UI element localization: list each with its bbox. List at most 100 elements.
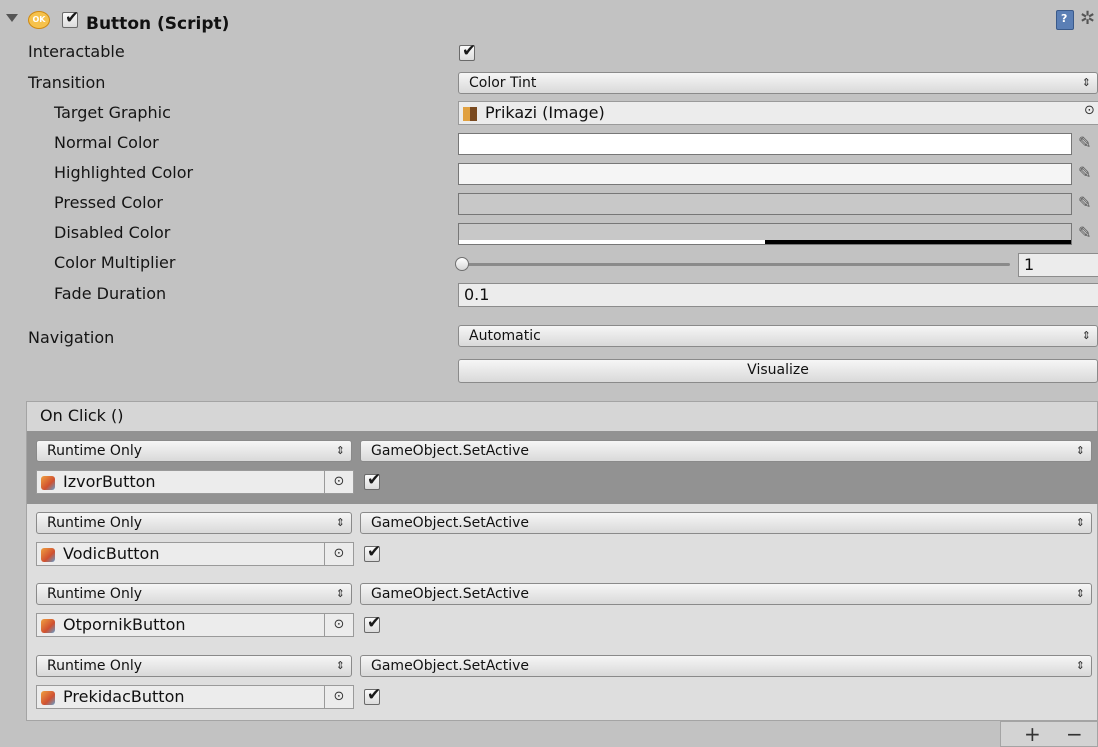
object-picker-icon[interactable]: ⊙ (324, 543, 353, 565)
dropdown-arrow-icon: ⇕ (335, 659, 345, 672)
on-click-title: On Click () (40, 406, 124, 425)
dropdown-arrow-icon: ⇕ (335, 444, 345, 457)
eyedropper-icon[interactable]: ✎ (1078, 133, 1094, 153)
function-dropdown[interactable]: GameObject.SetActive ⇕ (360, 583, 1092, 605)
runtime-mode-dropdown[interactable]: Runtime Only ⇕ (36, 440, 352, 462)
normal-color-label: Normal Color (54, 133, 159, 152)
object-picker-icon[interactable]: ⊙ (324, 471, 353, 493)
dropdown-arrow-icon: ⇕ (1081, 329, 1091, 342)
target-object-field[interactable]: PrekidacButton ⊙ (36, 685, 354, 709)
dropdown-arrow-icon: ⇕ (1075, 516, 1085, 529)
target-object-field[interactable]: VodicButton ⊙ (36, 542, 354, 566)
alpha-bar-black (765, 240, 1071, 244)
disabled-color-label: Disabled Color (54, 223, 171, 242)
runtime-mode-dropdown[interactable]: Runtime Only ⇕ (36, 583, 352, 605)
color-multiplier-slider-track[interactable] (462, 263, 1010, 266)
dropdown-arrow-icon: ⇕ (1081, 76, 1091, 89)
object-picker-icon[interactable]: ⊙ (1084, 103, 1095, 118)
checkmark-icon: ✔ (367, 470, 382, 490)
image-thumbnail-icon (463, 107, 477, 121)
target-graphic-value: Prikazi (Image) (485, 103, 605, 122)
gameobject-cube-icon (41, 548, 55, 562)
runtime-mode-value: Runtime Only (47, 443, 142, 459)
transition-dropdown[interactable]: Color Tint ⇕ (458, 72, 1098, 94)
fade-duration-label: Fade Duration (54, 284, 167, 303)
argument-checkbox[interactable]: ✔ (364, 613, 381, 633)
visualize-button[interactable]: Visualize (458, 359, 1098, 383)
target-graphic-field[interactable]: Prikazi (Image) (458, 101, 1098, 125)
fade-duration-value: 0.1 (464, 285, 490, 304)
checkmark-icon: ✔ (367, 685, 382, 705)
function-dropdown[interactable]: GameObject.SetActive ⇕ (360, 440, 1092, 462)
remove-event-button[interactable]: − (1066, 722, 1083, 746)
target-object-value: OtpornikButton (63, 615, 186, 634)
dropdown-arrow-icon: ⇕ (1075, 659, 1085, 672)
pressed-color-field[interactable] (458, 193, 1072, 215)
function-dropdown[interactable]: GameObject.SetActive ⇕ (360, 512, 1092, 534)
function-value: GameObject.SetActive (371, 586, 530, 602)
help-book-icon[interactable]: ? (1056, 10, 1074, 30)
highlighted-color-label: Highlighted Color (54, 163, 194, 182)
component-enabled-checkbox[interactable]: ✔ (62, 8, 79, 28)
dropdown-arrow-icon: ⇕ (1075, 444, 1085, 457)
runtime-mode-value: Runtime Only (47, 515, 142, 531)
runtime-mode-dropdown[interactable]: Runtime Only ⇕ (36, 512, 352, 534)
checkmark-icon: ✔ (367, 613, 382, 633)
dropdown-arrow-icon: ⇕ (335, 516, 345, 529)
function-value: GameObject.SetActive (371, 443, 530, 459)
normal-color-field[interactable] (458, 133, 1072, 155)
runtime-mode-dropdown[interactable]: Runtime Only ⇕ (36, 655, 352, 677)
interactable-label: Interactable (28, 42, 125, 61)
interactable-checkbox[interactable]: ✔ (459, 41, 476, 61)
fade-duration-input[interactable]: 0.1 (458, 283, 1098, 307)
disabled-color-field[interactable] (458, 223, 1072, 245)
target-object-value: IzvorButton (63, 472, 156, 491)
eyedropper-icon[interactable]: ✎ (1078, 193, 1094, 213)
navigation-label: Navigation (28, 328, 115, 347)
transition-value: Color Tint (469, 75, 537, 91)
color-multiplier-value: 1 (1024, 255, 1035, 274)
pressed-color-label: Pressed Color (54, 193, 163, 212)
component-title: Button (Script) (86, 14, 230, 34)
target-object-field[interactable]: OtpornikButton ⊙ (36, 613, 354, 637)
runtime-mode-value: Runtime Only (47, 658, 142, 674)
gear-icon[interactable]: ✲ (1080, 8, 1095, 29)
argument-checkbox[interactable]: ✔ (364, 470, 381, 490)
target-object-field[interactable]: IzvorButton ⊙ (36, 470, 354, 494)
checkmark-icon: ✔ (367, 542, 382, 562)
highlighted-color-field[interactable] (458, 163, 1072, 185)
checkmark-icon: ✔ (462, 41, 477, 61)
eyedropper-icon[interactable]: ✎ (1078, 223, 1094, 243)
dropdown-arrow-icon: ⇕ (335, 587, 345, 600)
function-dropdown[interactable]: GameObject.SetActive ⇕ (360, 655, 1092, 677)
checkmark-icon: ✔ (65, 8, 80, 28)
alpha-bar-white (459, 240, 765, 244)
navigation-value: Automatic (469, 328, 541, 344)
color-multiplier-input[interactable]: 1 (1018, 253, 1098, 277)
object-picker-icon[interactable]: ⊙ (324, 686, 353, 708)
function-value: GameObject.SetActive (371, 515, 530, 531)
transition-label: Transition (28, 73, 106, 92)
target-object-value: VodicButton (63, 544, 160, 563)
list-footer (1000, 721, 1098, 747)
color-multiplier-label: Color Multiplier (54, 253, 176, 272)
navigation-dropdown[interactable]: Automatic ⇕ (458, 325, 1098, 347)
on-click-header: On Click () (26, 401, 1098, 431)
target-graphic-label: Target Graphic (54, 103, 171, 122)
eyedropper-icon[interactable]: ✎ (1078, 163, 1094, 183)
foldout-arrow-icon[interactable] (6, 14, 18, 22)
argument-checkbox[interactable]: ✔ (364, 685, 381, 705)
add-event-button[interactable]: + (1024, 722, 1041, 746)
target-object-value: PrekidacButton (63, 687, 185, 706)
gameobject-cube-icon (41, 619, 55, 633)
button-component-icon: OK (28, 11, 50, 29)
color-multiplier-slider-handle[interactable] (455, 257, 469, 271)
object-picker-icon[interactable]: ⊙ (324, 614, 353, 636)
gameobject-cube-icon (41, 691, 55, 705)
visualize-label: Visualize (747, 362, 809, 378)
function-value: GameObject.SetActive (371, 658, 530, 674)
argument-checkbox[interactable]: ✔ (364, 542, 381, 562)
runtime-mode-value: Runtime Only (47, 586, 142, 602)
gameobject-cube-icon (41, 476, 55, 490)
dropdown-arrow-icon: ⇕ (1075, 587, 1085, 600)
